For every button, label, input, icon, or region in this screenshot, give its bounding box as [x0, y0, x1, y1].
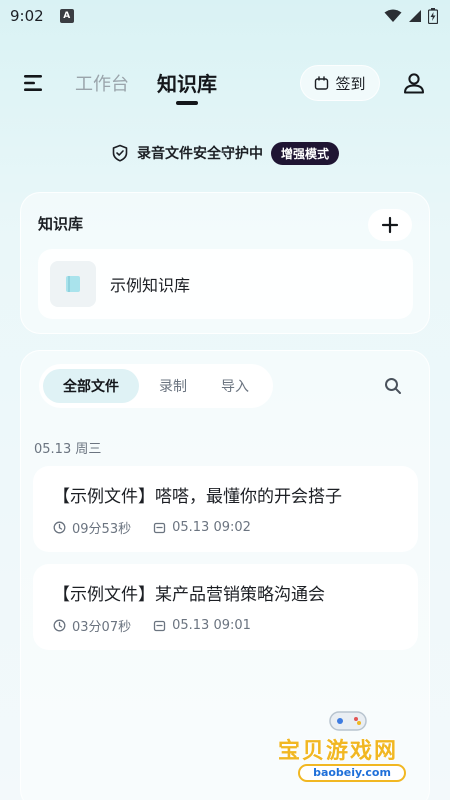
- notification-a-icon: A: [59, 9, 74, 23]
- watermark-text: 宝贝游戏网: [278, 739, 399, 764]
- status-icons: [384, 8, 438, 24]
- status-time: 9:02: [10, 7, 44, 25]
- file-meta: 09分53秒 05.13 09:02: [53, 518, 251, 537]
- knowledge-base-card: 知识库 示例知识库: [20, 192, 430, 334]
- security-status: 录音文件安全守护中 增强模式: [0, 141, 450, 165]
- filter-imported[interactable]: 导入: [221, 376, 249, 396]
- plus-icon: [381, 216, 399, 234]
- calendar-icon: [315, 75, 329, 90]
- knowledge-base-item[interactable]: 示例知识库: [38, 249, 413, 319]
- clock-icon: [53, 619, 66, 632]
- filter-recorded[interactable]: 录制: [159, 376, 187, 396]
- cellular-icon: [409, 10, 421, 22]
- filter-all-files[interactable]: 全部文件: [43, 369, 139, 403]
- calendar-icon: [153, 522, 166, 534]
- gamepad-icon: [329, 711, 367, 731]
- file-duration: 03分07秒: [53, 616, 131, 635]
- knowledge-base-title: 知识库: [38, 215, 84, 233]
- knowledge-base-thumbnail: [50, 261, 96, 307]
- top-bar: 工作台 知识库 签到: [0, 60, 450, 106]
- file-datetime: 05.13 09:01: [153, 618, 251, 633]
- file-datetime: 05.13 09:02: [153, 520, 251, 535]
- clock-icon: [53, 521, 66, 534]
- file-duration: 09分53秒: [53, 518, 131, 537]
- battery-icon: [428, 8, 438, 24]
- menu-button[interactable]: [22, 72, 46, 94]
- file-datetime-text: 05.13 09:02: [172, 520, 251, 535]
- watermark-url: baobeiy.com: [298, 764, 406, 782]
- add-knowledge-base-button[interactable]: [368, 209, 412, 241]
- file-title: 【示例文件】某产品营销策略沟通会: [53, 585, 325, 605]
- enhanced-mode-badge: 增强模式: [270, 141, 339, 165]
- file-duration-text: 03分07秒: [72, 620, 132, 635]
- calendar-icon: [153, 620, 166, 632]
- checkin-button[interactable]: 签到: [300, 65, 380, 101]
- book-icon: [66, 276, 80, 292]
- tab-workbench[interactable]: 工作台: [75, 70, 129, 96]
- shield-icon: [112, 144, 128, 162]
- search-icon: [385, 378, 401, 394]
- status-bar: 9:02 A: [0, 0, 450, 32]
- tab-knowledge-base[interactable]: 知识库: [157, 68, 217, 97]
- security-text: 录音文件安全守护中: [136, 146, 263, 162]
- file-item[interactable]: 【示例文件】某产品营销策略沟通会 03分07秒 05.13 09:01: [33, 564, 418, 650]
- file-filter-tabs: 全部文件 录制 导入: [39, 364, 273, 408]
- watermark-logo: 宝贝游戏网 baobeiy.com: [268, 708, 428, 790]
- file-meta: 03分07秒 05.13 09:01: [53, 616, 251, 635]
- active-tab-indicator: [176, 101, 198, 105]
- file-duration-text: 09分53秒: [72, 522, 132, 537]
- menu-icon: [24, 75, 42, 91]
- search-button[interactable]: [383, 376, 403, 396]
- file-item[interactable]: 【示例文件】嗒嗒，最懂你的开会搭子 09分53秒 05.13 09:02: [33, 466, 418, 552]
- wifi-icon: [384, 9, 402, 22]
- user-icon: [404, 73, 424, 94]
- profile-button[interactable]: [402, 71, 426, 95]
- file-datetime-text: 05.13 09:01: [172, 618, 251, 633]
- file-title: 【示例文件】嗒嗒，最懂你的开会搭子: [53, 487, 342, 507]
- knowledge-base-name: 示例知识库: [110, 276, 191, 295]
- checkin-label: 签到: [335, 74, 366, 93]
- date-header: 05.13 周三: [34, 442, 102, 457]
